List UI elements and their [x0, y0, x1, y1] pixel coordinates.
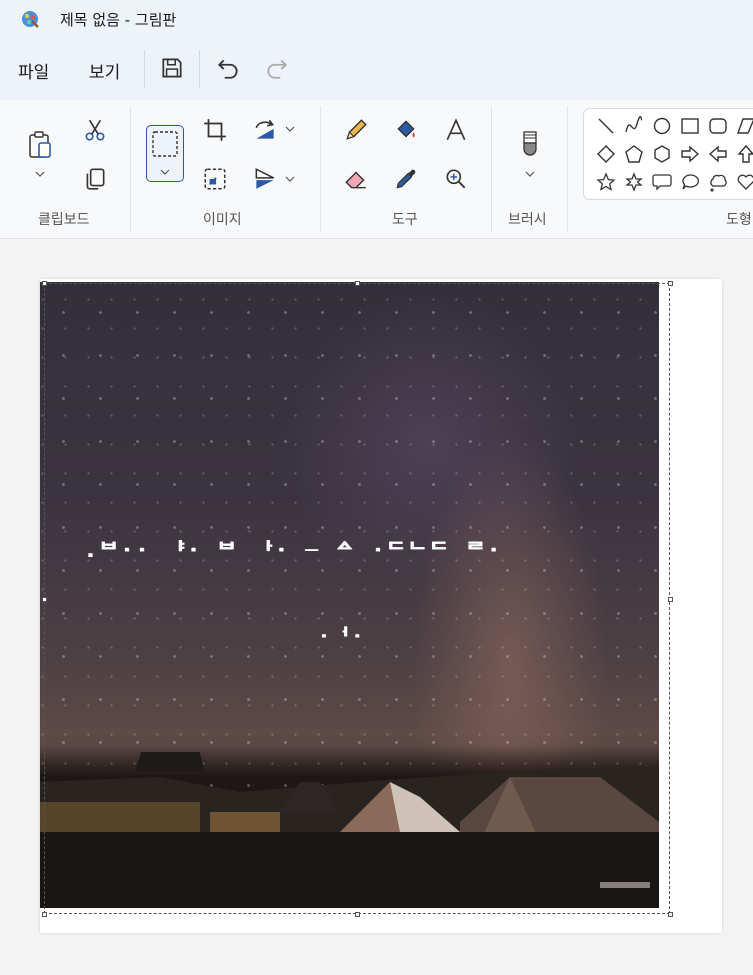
resize-handle-bottom[interactable]: [355, 912, 360, 917]
resize-icon: [204, 168, 226, 190]
menu-divider: [144, 50, 145, 88]
paste-icon: [29, 131, 51, 158]
shape-curve-icon[interactable]: [624, 116, 644, 136]
fill-icon: [397, 120, 415, 138]
magnifier-button[interactable]: [443, 166, 469, 192]
cut-button[interactable]: [82, 117, 108, 143]
resize-handle-right[interactable]: [668, 597, 673, 602]
shape-left-arrow-icon[interactable]: [708, 144, 728, 164]
menu-divider: [199, 50, 200, 88]
resize-handle-bottom-left[interactable]: [42, 912, 47, 917]
crop-button[interactable]: [202, 117, 228, 143]
brush-button[interactable]: [517, 129, 543, 159]
shape-polygon-icon[interactable]: [736, 116, 753, 136]
shape-oval-callout-icon[interactable]: [680, 172, 700, 192]
undo-icon: [218, 59, 238, 79]
save-button[interactable]: [159, 55, 185, 81]
chevron-down-icon[interactable]: [525, 170, 535, 178]
copy-icon: [86, 168, 105, 190]
shape-six-point-star-icon[interactable]: [624, 172, 644, 192]
shapes-gallery: [583, 108, 753, 200]
shape-up-arrow-icon[interactable]: [736, 144, 753, 164]
menu-file[interactable]: 파일: [18, 58, 49, 83]
text-icon: [446, 118, 466, 141]
chevron-down-icon[interactable]: [35, 170, 45, 178]
shape-oval-icon[interactable]: [652, 116, 672, 136]
brush-icon: [523, 131, 537, 156]
color-picker-icon: [396, 169, 416, 189]
paste-button[interactable]: [26, 130, 54, 160]
resize-handle-bottom-right[interactable]: [668, 912, 673, 917]
shape-heart-icon[interactable]: [736, 172, 753, 192]
menu-view[interactable]: 보기: [89, 58, 120, 83]
group-label-image: 이미지: [203, 212, 242, 228]
group-label-clipboard: 클립보드: [38, 212, 90, 228]
shape-diamond-icon[interactable]: [596, 144, 616, 164]
copy-button[interactable]: [82, 166, 108, 192]
resize-handle-top-right[interactable]: [668, 281, 673, 286]
title-bar: 제목 없음 - 그림판: [0, 0, 753, 38]
pencil-icon: [346, 119, 367, 140]
menu-bar: 파일 보기: [0, 38, 753, 100]
shape-hexagon-icon[interactable]: [652, 144, 672, 164]
cut-icon: [85, 119, 105, 141]
window-title: 제목 없음 - 그림판: [60, 11, 177, 29]
shape-rect-callout-icon[interactable]: [652, 172, 672, 192]
fill-button[interactable]: [393, 117, 419, 143]
redo-icon: [267, 59, 287, 79]
selection-frame[interactable]: [44, 283, 670, 914]
select-icon: [152, 131, 178, 157]
flip-button[interactable]: [252, 166, 278, 192]
eraser-button[interactable]: [343, 166, 369, 192]
redo-button[interactable]: [264, 55, 290, 81]
color-picker-button[interactable]: [393, 166, 419, 192]
resize-button[interactable]: [202, 166, 228, 192]
chevron-down-icon: [160, 169, 170, 175]
shape-rounded-rectangle-icon[interactable]: [708, 116, 728, 136]
pencil-button[interactable]: [343, 117, 369, 143]
group-label-tools: 도구: [392, 212, 418, 228]
chevron-down-icon[interactable]: [285, 175, 295, 183]
group-label-shapes: 도형: [726, 212, 752, 228]
shape-pentagon-icon[interactable]: [624, 144, 644, 164]
save-icon: [162, 58, 182, 78]
shape-cloud-callout-icon[interactable]: [708, 172, 728, 192]
chevron-down-icon[interactable]: [285, 125, 295, 133]
ribbon-divider: [491, 106, 492, 232]
shape-rectangle-icon[interactable]: [680, 116, 700, 136]
flip-icon: [255, 168, 275, 189]
ribbon-divider: [130, 106, 131, 232]
shape-right-arrow-icon[interactable]: [680, 144, 700, 164]
ribbon: 클립보드 이미지 도구 브러시 도형: [0, 100, 753, 239]
undo-button[interactable]: [215, 55, 241, 81]
ribbon-divider: [320, 106, 321, 232]
shape-line-icon[interactable]: [596, 116, 616, 136]
eraser-icon: [345, 171, 366, 189]
crop-icon: [204, 119, 226, 141]
rotate-icon: [255, 119, 275, 139]
paint-app-icon: [20, 9, 40, 29]
select-button[interactable]: [146, 125, 184, 182]
resize-handle-top-left[interactable]: [42, 281, 47, 286]
rotate-button[interactable]: [252, 117, 278, 143]
resize-handle-left[interactable]: [42, 597, 47, 602]
text-button[interactable]: [443, 117, 469, 143]
group-label-brushes: 브러시: [508, 212, 547, 228]
magnifier-icon: [446, 169, 466, 189]
resize-handle-top[interactable]: [355, 281, 360, 286]
shape-star-icon[interactable]: [596, 172, 616, 192]
ribbon-divider: [567, 106, 568, 232]
